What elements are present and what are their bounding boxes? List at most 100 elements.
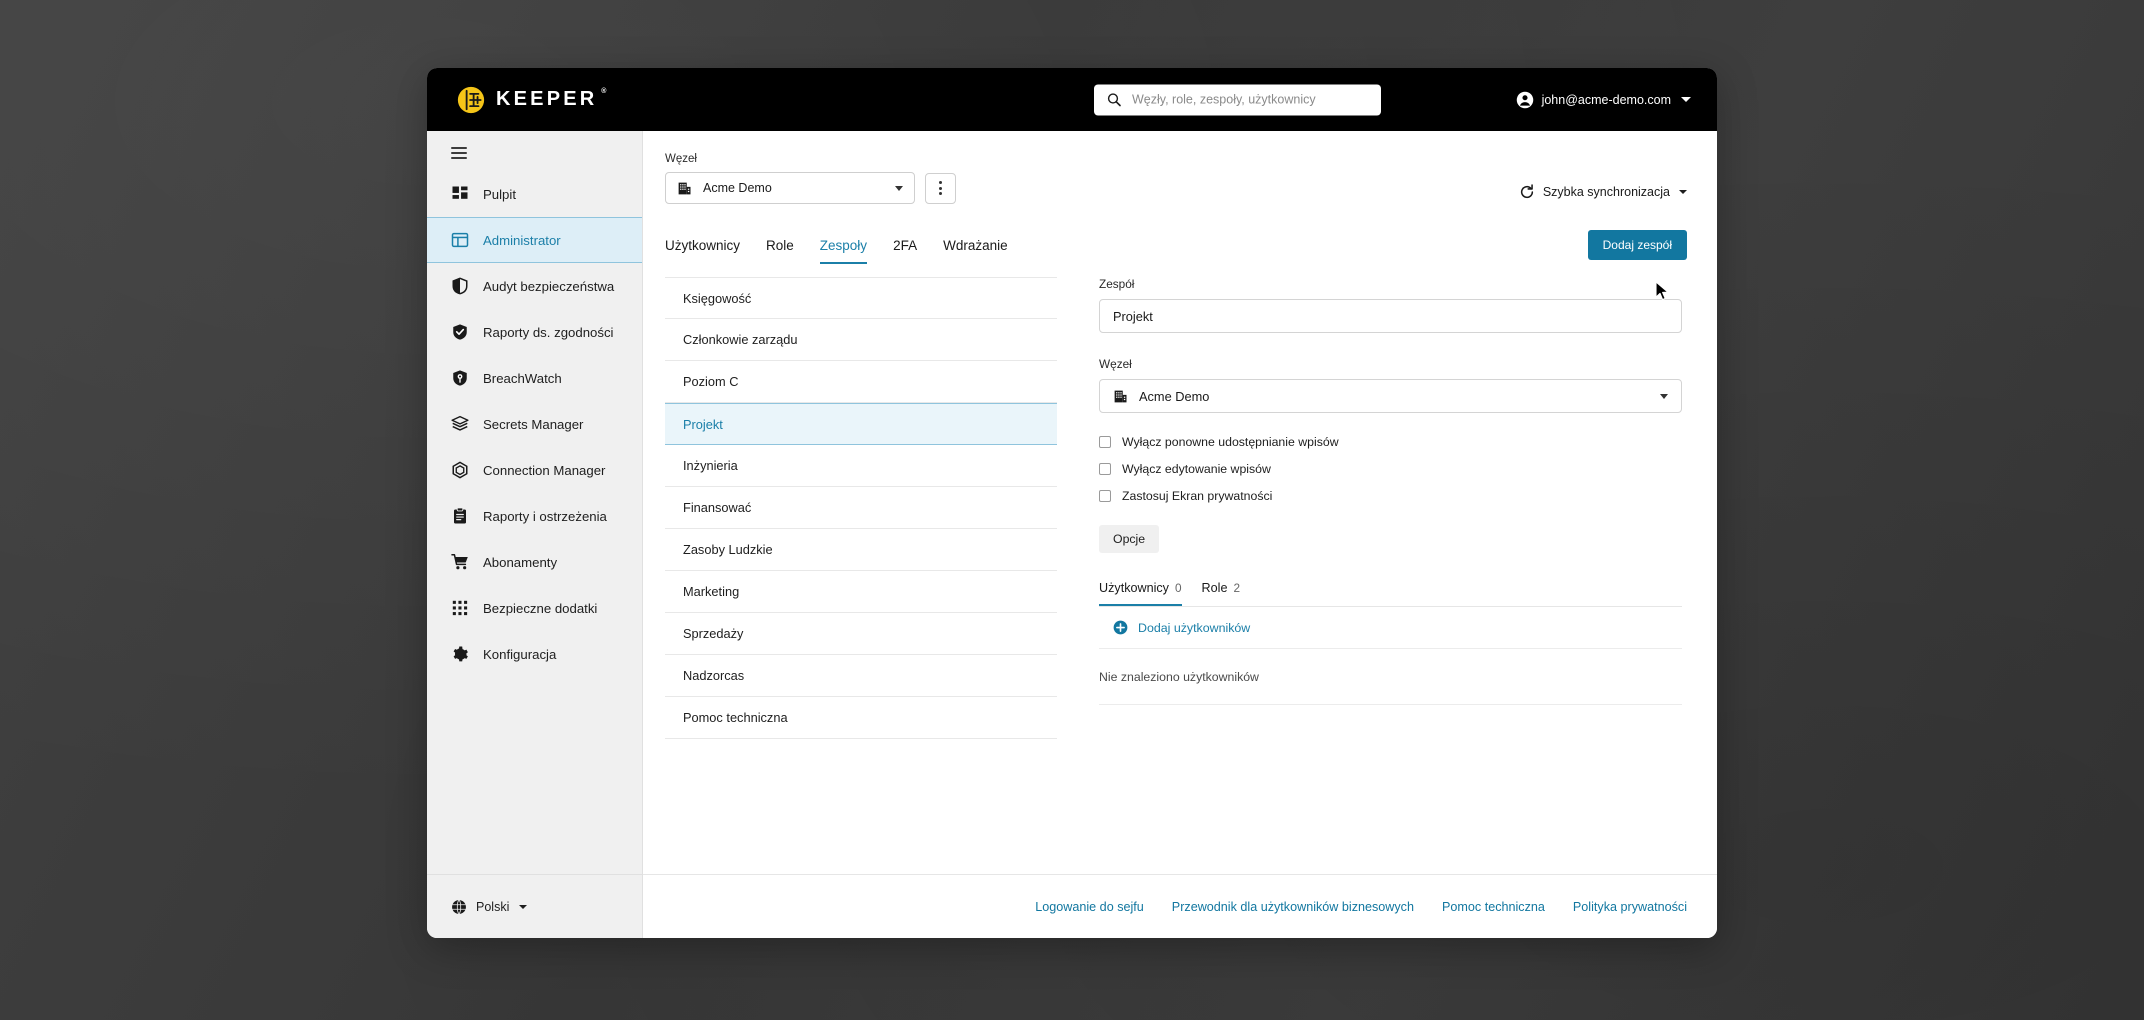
brand-logo[interactable]: KEEPER	[457, 86, 607, 114]
tab-wdrazanie[interactable]: Wdrażanie	[943, 238, 1008, 264]
quick-sync-label: Szybka synchronizacja	[1542, 185, 1670, 199]
team-name-input[interactable]	[1099, 299, 1682, 333]
sidebar-item-connection-manager[interactable]: Connection Manager	[427, 447, 642, 493]
sidebar-item-label: Secrets Manager	[483, 416, 584, 432]
checkbox-apply-privacy-screen[interactable]: Zastosuj Ekran prywatności	[1099, 489, 1682, 503]
chevron-down-icon	[1679, 190, 1687, 194]
sidebar-item-label: Connection Manager	[483, 462, 606, 478]
keeper-logo-icon	[457, 86, 485, 113]
account-email: john@acme-demo.com	[1541, 92, 1671, 107]
footer-link-vault-login[interactable]: Logowanie do sejfu	[1035, 900, 1144, 914]
add-team-button[interactable]: Dodaj zespół	[1587, 230, 1687, 260]
search-box[interactable]	[1094, 84, 1381, 115]
language-selector[interactable]: Polski	[427, 874, 642, 938]
team-list-item-selected[interactable]: Projekt	[665, 403, 1057, 445]
sidebar-item-label: Raporty i ostrzeżenia	[483, 508, 607, 524]
checkbox-label: Wyłącz edytowanie wpisów	[1122, 462, 1271, 476]
chevron-down-icon	[895, 185, 903, 191]
tab-role[interactable]: Role	[766, 238, 794, 264]
sidebar-item-label: Administrator	[483, 232, 561, 248]
detail-subtabs: Użytkownicy 0 Role 2	[1099, 581, 1682, 607]
tab-zespoly[interactable]: Zespoły	[819, 238, 868, 264]
tab-bar: Użytkownicy Role Zespoły 2FA Wdrażanie D…	[643, 230, 1717, 264]
sidebar-item-abonamenty[interactable]: Abonamenty	[427, 539, 642, 585]
tab-uzytkownicy[interactable]: Użytkownicy	[665, 238, 740, 264]
content-area: Księgowość Członkowie zarządu Poziom C P…	[643, 264, 1717, 874]
quick-sync-button[interactable]: Szybka synchronizacja	[1519, 184, 1687, 204]
refresh-icon	[1520, 184, 1533, 199]
divider	[1099, 704, 1682, 705]
sidebar-item-label: Raporty ds. zgodności	[483, 324, 614, 340]
team-list-item[interactable]: Pomoc techniczna	[665, 697, 1057, 739]
checkbox-box[interactable]	[1099, 490, 1111, 502]
account-menu[interactable]: john@acme-demo.com	[1516, 91, 1691, 109]
sidebar-nav: Pulpit Administrator Audyt bezpieczeństw…	[427, 171, 642, 874]
sidebar-item-breachwatch[interactable]: BreachWatch	[427, 355, 642, 401]
team-list-item[interactable]: Finansować	[665, 487, 1057, 529]
team-list-item[interactable]: Poziom C	[665, 361, 1057, 403]
chevron-down-icon	[1660, 393, 1668, 399]
subtab-uzytkownicy[interactable]: Użytkownicy 0	[1099, 581, 1182, 606]
team-list-item[interactable]: Księgowość	[665, 277, 1057, 319]
team-list-item[interactable]: Zasoby Ludzkie	[665, 529, 1057, 571]
more-vertical-icon	[939, 181, 942, 184]
gear-icon	[453, 646, 468, 662]
checkbox-label: Zastosuj Ekran prywatności	[1122, 489, 1273, 503]
clipboard-icon	[454, 507, 466, 524]
node-more-options-button[interactable]	[925, 172, 956, 204]
sidebar-item-raporty-zgodnosci[interactable]: Raporty ds. zgodności	[427, 309, 642, 355]
add-users-label: Dodaj użytkowników	[1138, 620, 1251, 635]
plus-circle-icon	[1113, 620, 1128, 635]
detail-node-select[interactable]: Acme Demo	[1099, 379, 1682, 413]
sidebar-item-konfiguracja[interactable]: Konfiguracja	[427, 631, 642, 677]
checkbox-box[interactable]	[1099, 463, 1111, 475]
team-options-checkboxes: Wyłącz ponowne udostępnianie wpisów Wyłą…	[1099, 435, 1682, 503]
sidebar-item-administrator[interactable]: Administrator	[427, 217, 642, 263]
team-detail-panel: Zespół Węzeł	[1057, 264, 1717, 874]
window-body: Pulpit Administrator Audyt bezpieczeństw…	[427, 131, 1717, 938]
top-bar: KEEPER john@acme-demo.com	[427, 68, 1717, 131]
shield-check-icon	[453, 324, 467, 340]
checkbox-box[interactable]	[1099, 436, 1111, 448]
node-bar-label: Węzeł	[665, 153, 697, 165]
sidebar-item-label: Pulpit	[483, 186, 516, 202]
sidebar-item-pulpit[interactable]: Pulpit	[427, 171, 642, 217]
node-select[interactable]: Acme Demo	[665, 172, 915, 204]
search-input[interactable]	[1132, 92, 1369, 107]
footer-link-support[interactable]: Pomoc techniczna	[1442, 900, 1545, 914]
hamburger-menu-icon[interactable]	[427, 131, 642, 171]
team-list-item[interactable]: Sprzedaży	[665, 613, 1057, 655]
sidebar: Pulpit Administrator Audyt bezpieczeństw…	[427, 131, 643, 938]
grid-dots-icon	[452, 600, 468, 616]
team-list-item[interactable]: Marketing	[665, 571, 1057, 613]
sidebar-item-secrets-manager[interactable]: Secrets Manager	[427, 401, 642, 447]
chevron-down-icon	[1681, 97, 1691, 102]
tab-2fa[interactable]: 2FA	[893, 238, 917, 264]
subtab-role[interactable]: Role 2	[1202, 581, 1240, 606]
team-list-item[interactable]: Nadzorcas	[665, 655, 1057, 697]
main-content: Węzeł Acme Demo Szybka synchronizacja Uż…	[643, 131, 1717, 938]
add-users-button[interactable]: Dodaj użytkowników	[1099, 607, 1682, 649]
options-button[interactable]: Opcje	[1099, 525, 1160, 553]
brand-name: KEEPER	[496, 88, 607, 111]
sidebar-item-raporty-ostrzezenia[interactable]: Raporty i ostrzeżenia	[427, 493, 642, 539]
dashboard-icon	[452, 186, 468, 199]
sidebar-item-bezpieczne-dodatki[interactable]: Bezpieczne dodatki	[427, 585, 642, 631]
sidebar-item-audyt-bezpieczenstwa[interactable]: Audyt bezpieczeństwa	[427, 263, 642, 309]
team-list-item[interactable]: Członkowie zarządu	[665, 319, 1057, 361]
checkbox-label: Wyłącz ponowne udostępnianie wpisów	[1122, 435, 1339, 449]
language-label: Polski	[476, 899, 510, 914]
subtab-label: Role	[1201, 581, 1228, 595]
search-icon	[1107, 93, 1121, 107]
node-select-value: Acme Demo	[703, 181, 772, 195]
checkbox-disable-record-resharing[interactable]: Wyłącz ponowne udostępnianie wpisów	[1099, 435, 1682, 449]
sidebar-item-label: Bezpieczne dodatki	[483, 600, 598, 616]
checkbox-disable-record-editing[interactable]: Wyłącz edytowanie wpisów	[1099, 462, 1682, 476]
sidebar-item-label: Abonamenty	[483, 554, 558, 570]
team-list-item[interactable]: Inżynieria	[665, 445, 1057, 487]
footer-link-privacy-policy[interactable]: Polityka prywatności	[1573, 900, 1687, 914]
footer-link-business-guide[interactable]: Przewodnik dla użytkowników biznesowych	[1172, 900, 1414, 914]
globe-icon	[452, 899, 466, 914]
subtab-count: 2	[1233, 581, 1241, 595]
shield-outline-icon	[452, 277, 468, 295]
